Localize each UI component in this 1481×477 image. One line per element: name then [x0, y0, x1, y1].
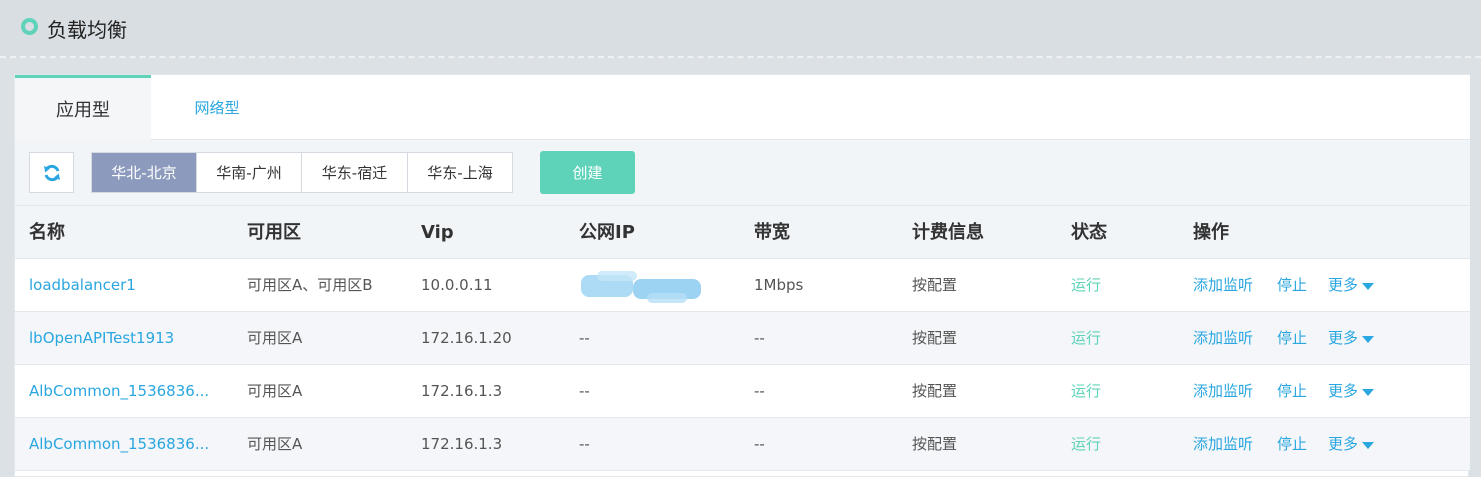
more-label: 更多: [1328, 329, 1359, 347]
status-badge: 运行: [1071, 329, 1102, 347]
col-vip: Vip: [421, 222, 454, 243]
public-ip-cell: --: [579, 382, 590, 400]
public-ip-cell: --: [579, 329, 590, 347]
refresh-button[interactable]: [29, 152, 74, 193]
status-badge: 运行: [1071, 382, 1102, 400]
region-guangzhou[interactable]: 华南-广州: [197, 153, 302, 192]
stop-link[interactable]: 停止: [1277, 418, 1307, 471]
tab-application[interactable]: 应用型: [15, 75, 151, 140]
billing-cell: 按配置: [912, 329, 958, 347]
table-row: AlbCommon_1536836... 可用区A 172.16.1.3 -- …: [15, 365, 1470, 418]
col-name: 名称: [29, 222, 65, 243]
bandwidth-cell: 1Mbps: [754, 276, 804, 294]
table-row: loadbalancer1 可用区A、可用区B 10.0.0.11 1Mbps …: [15, 259, 1470, 312]
lb-name-link[interactable]: AlbCommon_1536836...: [29, 418, 209, 471]
main-panel: 应用型 网络型 华北-北京 华南-广州 华东-宿迁 华东-上海 创建 名称 可用…: [14, 74, 1470, 477]
add-listener-link[interactable]: 添加监听: [1193, 312, 1253, 365]
stop-link[interactable]: 停止: [1277, 365, 1307, 418]
zone-cell: 可用区A、可用区B: [247, 276, 373, 294]
col-zone: 可用区: [247, 222, 301, 243]
stop-link[interactable]: 停止: [1277, 312, 1307, 365]
add-listener-link[interactable]: 添加监听: [1193, 365, 1253, 418]
region-suqian[interactable]: 华东-宿迁: [302, 153, 408, 192]
add-listener-link[interactable]: 添加监听: [1193, 259, 1253, 312]
col-status: 状态: [1071, 222, 1107, 243]
more-label: 更多: [1328, 382, 1359, 400]
create-button[interactable]: 创建: [540, 151, 635, 194]
vip-cell: 172.16.1.3: [421, 382, 503, 400]
billing-cell: 按配置: [912, 382, 958, 400]
zone-cell: 可用区A: [247, 382, 303, 400]
toolbar: 华北-北京 华南-广州 华东-宿迁 华东-上海 创建: [15, 140, 1470, 206]
more-label: 更多: [1328, 435, 1359, 453]
zone-cell: 可用区A: [247, 329, 303, 347]
lb-name-link[interactable]: lbOpenAPITest1913: [29, 312, 174, 365]
redacted-ip-image: [581, 271, 701, 303]
billing-cell: 按配置: [912, 435, 958, 453]
col-billing: 计费信息: [912, 222, 984, 243]
caret-down-icon: [1362, 389, 1375, 396]
tab-bar: 应用型 网络型: [15, 75, 1470, 140]
caret-down-icon: [1362, 442, 1375, 449]
vip-cell: 10.0.0.11: [421, 276, 493, 294]
stop-link[interactable]: 停止: [1277, 259, 1307, 312]
status-badge: 运行: [1071, 435, 1102, 453]
caret-down-icon: [1362, 336, 1375, 343]
lb-name-link[interactable]: loadbalancer1: [29, 259, 136, 312]
billing-cell: 按配置: [912, 276, 958, 294]
ring-icon: [21, 18, 38, 35]
col-actions: 操作: [1193, 222, 1229, 243]
page-header: 负载均衡: [0, 0, 1481, 58]
more-label: 更多: [1328, 276, 1359, 294]
bandwidth-cell: --: [754, 329, 765, 347]
lb-table: 名称 可用区 Vip 公网IP 带宽 计费信息 状态 操作 loadbalanc…: [15, 206, 1470, 471]
table-row: AlbCommon_1536836... 可用区A 172.16.1.3 -- …: [15, 418, 1470, 471]
more-dropdown[interactable]: 更多: [1328, 365, 1375, 418]
region-shanghai[interactable]: 华东-上海: [408, 153, 512, 192]
bandwidth-cell: --: [754, 382, 765, 400]
bandwidth-cell: --: [754, 435, 765, 453]
public-ip-cell: --: [579, 435, 590, 453]
refresh-icon: [43, 164, 60, 181]
table-row: lbOpenAPITest1913 可用区A 172.16.1.20 -- --…: [15, 312, 1470, 365]
more-dropdown[interactable]: 更多: [1328, 418, 1375, 471]
status-badge: 运行: [1071, 276, 1102, 294]
more-dropdown[interactable]: 更多: [1328, 312, 1375, 365]
lb-name-link[interactable]: AlbCommon_1536836...: [29, 365, 209, 418]
tab-network[interactable]: 网络型: [151, 75, 283, 140]
caret-down-icon: [1362, 283, 1375, 290]
table-header: 名称 可用区 Vip 公网IP 带宽 计费信息 状态 操作: [15, 206, 1470, 259]
page-title: 负载均衡: [47, 18, 127, 42]
col-public-ip: 公网IP: [579, 222, 635, 243]
vip-cell: 172.16.1.3: [421, 435, 503, 453]
region-selector: 华北-北京 华南-广州 华东-宿迁 华东-上海: [91, 152, 513, 193]
more-dropdown[interactable]: 更多: [1328, 259, 1375, 312]
vip-cell: 172.16.1.20: [421, 329, 512, 347]
add-listener-link[interactable]: 添加监听: [1193, 418, 1253, 471]
zone-cell: 可用区A: [247, 435, 303, 453]
region-beijing[interactable]: 华北-北京: [92, 153, 197, 192]
col-bandwidth: 带宽: [754, 222, 790, 243]
